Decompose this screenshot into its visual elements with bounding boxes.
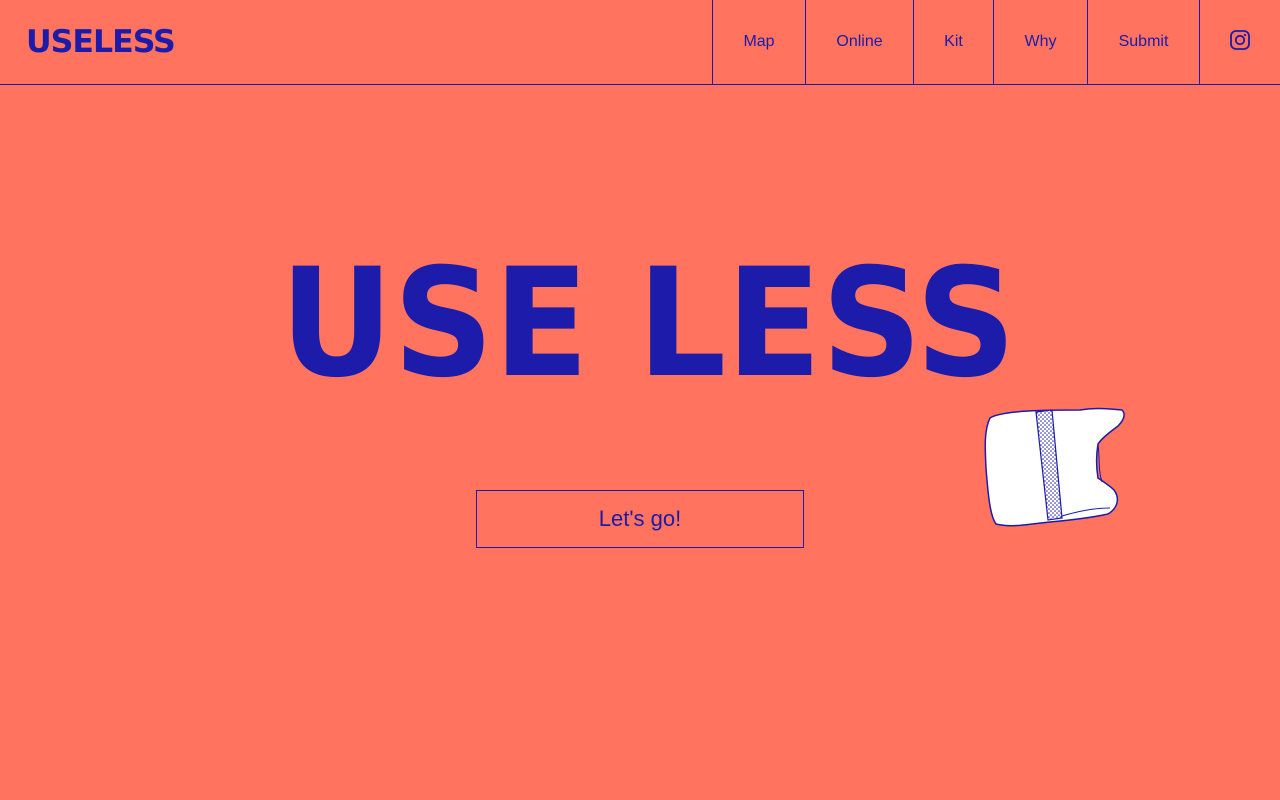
- nav-item-submit[interactable]: Submit: [1087, 0, 1199, 84]
- nav-item-kit[interactable]: Kit: [913, 0, 993, 84]
- instagram-link[interactable]: [1199, 0, 1280, 84]
- plastic-bag-illustration: [980, 404, 1130, 530]
- hero-title: USE LESS: [278, 262, 1018, 382]
- hero-title-text: USE LESS: [280, 262, 1016, 382]
- site-header: USELESS Map Online Kit Why Submit: [0, 0, 1280, 85]
- logo[interactable]: USELESS: [26, 27, 176, 58]
- nav-item-online[interactable]: Online: [805, 0, 913, 84]
- nav-item-why[interactable]: Why: [993, 0, 1087, 84]
- lets-go-button[interactable]: Let's go!: [476, 490, 804, 548]
- hero-title-wordmark: USE LESS: [280, 262, 1016, 382]
- main-nav: Map Online Kit Why Submit: [712, 0, 1280, 84]
- nav-item-map[interactable]: Map: [712, 0, 805, 84]
- instagram-icon: [1230, 29, 1250, 55]
